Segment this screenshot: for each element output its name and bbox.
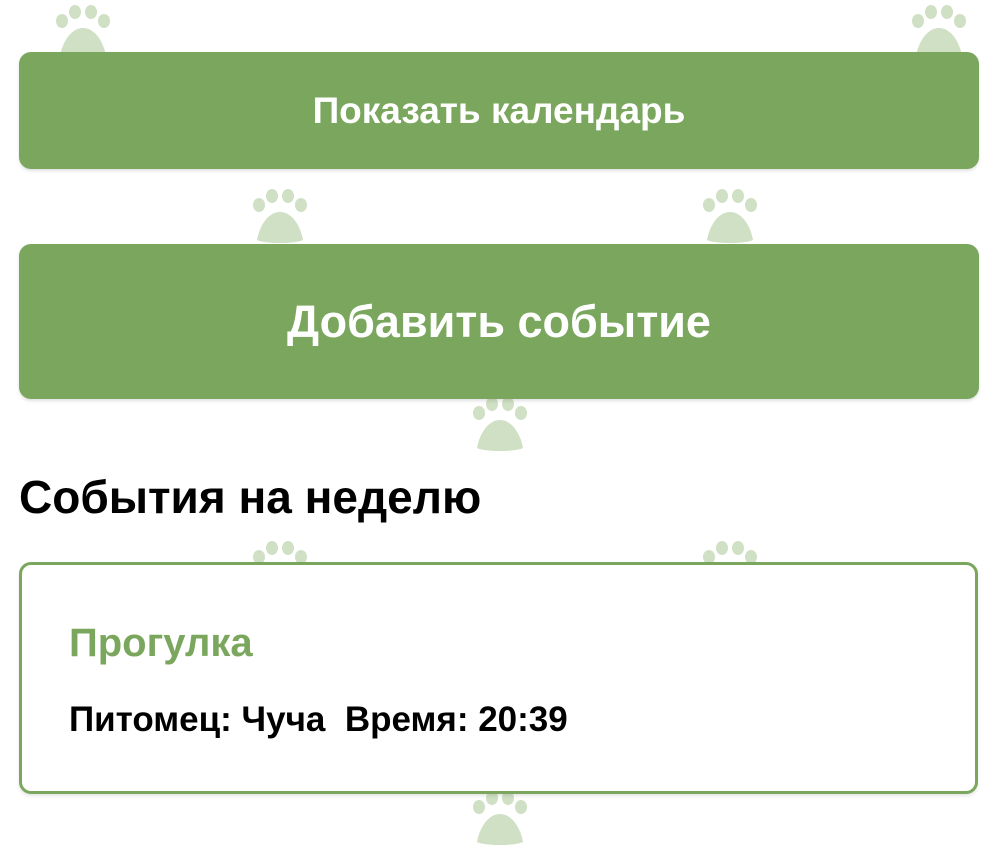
event-card[interactable]: Прогулка Питомец: Чуча Время: 20:39 — [19, 562, 978, 794]
event-title: Прогулка — [69, 621, 253, 665]
event-meta: Питомец: Чуча Время: 20:39 — [69, 700, 568, 740]
add-event-button[interactable]: Добавить событие — [19, 244, 979, 399]
pet-name: Чуча — [241, 700, 326, 739]
section-title: События на неделю — [19, 471, 482, 523]
show-calendar-button[interactable]: Показать календарь — [19, 52, 979, 169]
pet-label: Питомец: — [69, 700, 232, 739]
time-label: Время: — [344, 700, 469, 739]
event-time: 20:39 — [478, 700, 568, 739]
main-content: Показать календарь Добавить событие Собы… — [0, 0, 1000, 808]
